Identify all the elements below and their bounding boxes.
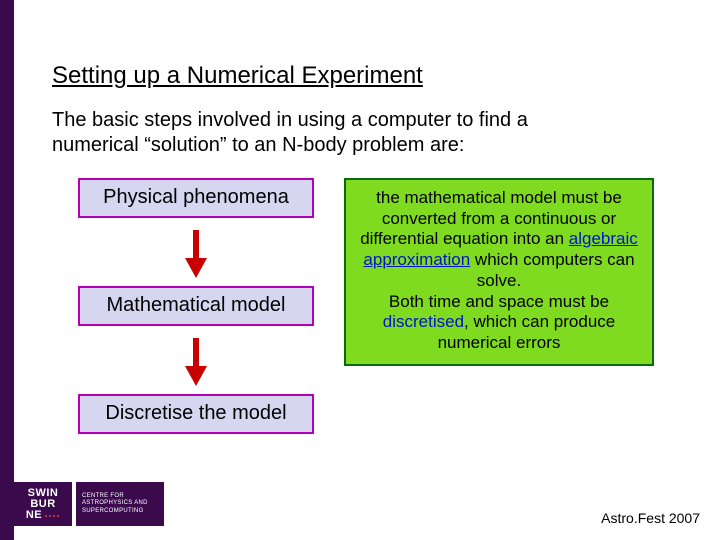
info-emph-discretised: discretised — [383, 312, 464, 331]
flow-box-physical: Physical phenomena — [78, 178, 314, 218]
arrow-down-icon — [185, 338, 207, 386]
logo: SWIN BUR NE Centre for Astrophysics and … — [14, 482, 164, 526]
info-text: which computers can solve. — [470, 250, 634, 290]
logo-line: NE — [26, 510, 42, 521]
flow-box-discretise: Discretise the model — [78, 394, 314, 434]
footer-text: Astro.Fest 2007 — [601, 510, 700, 526]
slide-title: Setting up a Numerical Experiment — [52, 62, 423, 90]
info-box: the mathematical model must be converted… — [344, 178, 654, 366]
flow-box-mathematical: Mathematical model — [78, 286, 314, 326]
info-text: Both time and space must be — [389, 292, 609, 311]
slide: Setting up a Numerical Experiment The ba… — [0, 0, 720, 540]
flow-column: Physical phenomena Mathematical model Di… — [78, 178, 314, 434]
info-text: , which can produce numerical errors — [438, 312, 616, 352]
logo-mark: SWIN BUR NE — [14, 482, 72, 526]
logo-line: BUR — [30, 499, 55, 510]
logo-dept: Centre for Astrophysics and Supercomputi… — [76, 482, 164, 526]
logo-line: SWIN — [28, 488, 59, 499]
arrow-down-icon — [185, 230, 207, 278]
intro-text: The basic steps involved in using a comp… — [52, 108, 592, 158]
logo-star-icon — [44, 514, 60, 518]
brand-stripe — [0, 0, 14, 540]
